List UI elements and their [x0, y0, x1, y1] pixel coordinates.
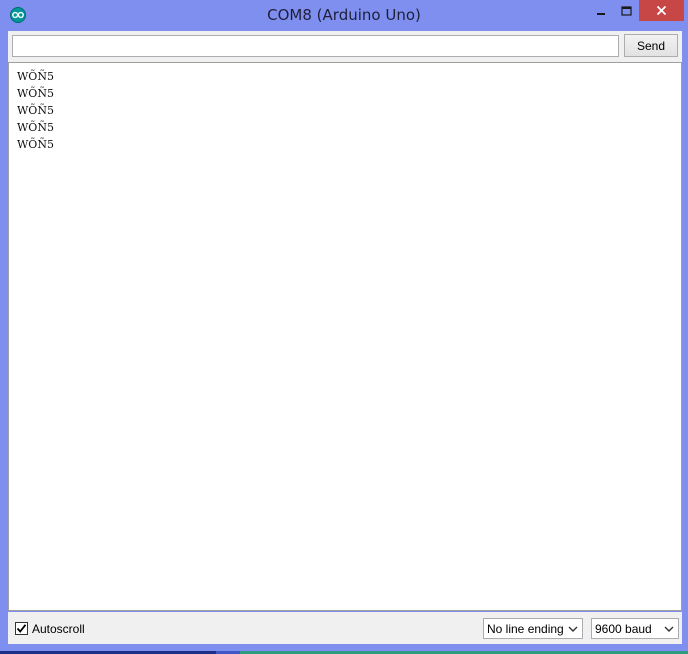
line-ending-value: No line ending: [487, 621, 564, 636]
close-icon: [656, 5, 667, 16]
autoscroll-checkbox[interactable]: [15, 622, 28, 635]
autoscroll-label: Autoscroll: [32, 621, 85, 636]
chevron-down-icon: [664, 626, 674, 632]
output-line: WÕÑ5: [17, 70, 54, 83]
line-ending-select[interactable]: No line ending: [483, 618, 583, 639]
send-button[interactable]: Send: [624, 34, 678, 57]
status-bar: Autoscroll No line ending 9600 baud: [8, 612, 682, 644]
chevron-down-icon: [568, 626, 578, 632]
title-bar[interactable]: COM8 (Arduino Uno): [0, 0, 688, 30]
autoscroll-toggle[interactable]: Autoscroll: [15, 621, 85, 636]
checkmark-icon: [16, 624, 27, 633]
close-button[interactable]: [639, 0, 684, 21]
maximize-icon: [621, 5, 632, 16]
serial-output[interactable]: WÕÑ5 WÕÑ5 WÕÑ5 WÕÑ5 WÕÑ5: [8, 62, 682, 611]
serial-monitor-window: COM8 (Arduino Uno) Send WÕÑ5 WÕÑ5 WÕÑ5 WÕÑ5…: [0, 0, 688, 651]
window-title: COM8 (Arduino Uno): [267, 6, 421, 24]
output-line: WÕÑ5: [17, 138, 54, 151]
minimize-button[interactable]: [587, 0, 614, 21]
output-line: WÕÑ5: [17, 104, 54, 117]
maximize-button[interactable]: [614, 0, 639, 21]
baud-rate-select[interactable]: 9600 baud: [591, 618, 679, 639]
output-line: WÕÑ5: [17, 121, 54, 134]
output-line: WÕÑ5: [17, 87, 54, 100]
send-toolbar: Send: [8, 31, 682, 62]
minimize-icon: [596, 12, 605, 15]
baud-rate-value: 9600 baud: [595, 621, 652, 636]
send-input[interactable]: [12, 35, 619, 57]
